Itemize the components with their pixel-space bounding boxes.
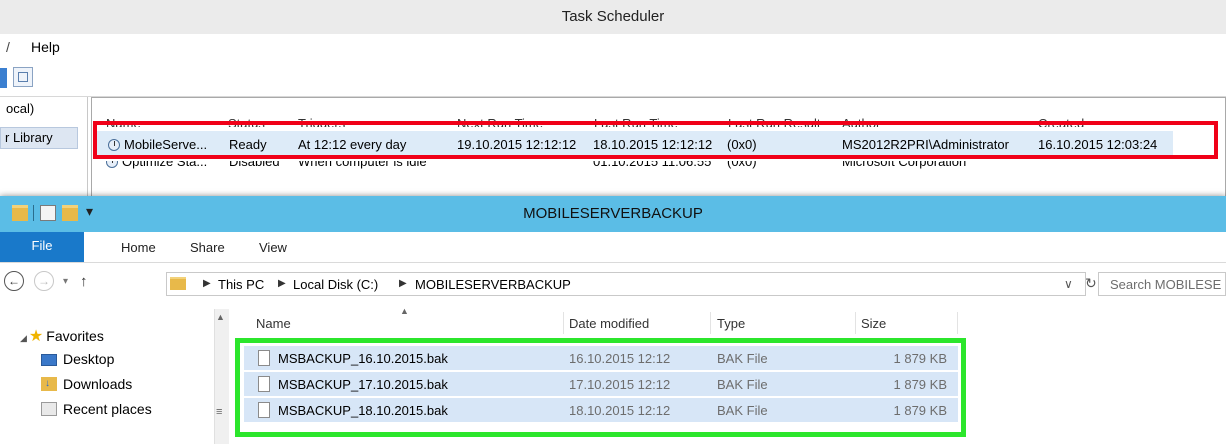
explorer-title: MOBILESERVERBACKUP: [523, 205, 703, 222]
column-header-name[interactable]: Name: [256, 316, 291, 331]
new-folder-icon[interactable]: [62, 205, 78, 221]
address-dropdown-icon[interactable]: ∨: [1064, 277, 1073, 291]
desktop-icon: [41, 354, 57, 366]
expand-arrow-icon[interactable]: ◢: [20, 333, 27, 343]
column-header-type[interactable]: Type: [717, 316, 745, 331]
task-triggers: When computer is idle: [298, 161, 427, 169]
nav-item-downloads[interactable]: ↓ Downloads: [41, 376, 132, 392]
task-status: Disabled: [229, 161, 280, 169]
help-icon[interactable]: [0, 68, 7, 88]
breadcrumb-local-disk[interactable]: Local Disk (C:): [293, 277, 378, 292]
nav-item-desktop[interactable]: Desktop: [41, 351, 114, 367]
breadcrumb-current-folder[interactable]: MOBILESERVERBACKUP: [415, 277, 571, 292]
forward-icon[interactable]: →: [34, 271, 54, 291]
task-last-result: (0x0): [727, 161, 757, 169]
breadcrumb-chevron-icon[interactable]: ▶: [399, 278, 407, 289]
menu-item-partial[interactable]: /: [6, 39, 10, 55]
clock-icon: [106, 161, 118, 168]
column-header-date-modified[interactable]: Date modified: [569, 316, 649, 331]
task-scheduler-toolbar: [0, 62, 1226, 97]
tab-home[interactable]: Home: [121, 240, 156, 255]
recent-locations-icon[interactable]: ▾: [63, 276, 68, 287]
column-header-size[interactable]: Size: [861, 316, 886, 331]
up-icon[interactable]: ↑: [80, 273, 88, 290]
nav-item-recent-places[interactable]: Recent places: [41, 401, 152, 417]
breadcrumb-chevron-icon[interactable]: ▶: [278, 278, 286, 289]
search-placeholder: Search MOBILESE: [1110, 277, 1222, 292]
refresh-icon[interactable]: ↻: [1085, 275, 1097, 292]
star-icon: ★: [28, 328, 44, 345]
task-last-run: 01.10.2015 11:06:55: [593, 161, 712, 169]
tree-item-local[interactable]: ocal): [6, 101, 34, 116]
task-row[interactable]: Optimize Sta... Disabled When computer i…: [100, 161, 1100, 171]
scroll-up-icon[interactable]: ▲: [216, 312, 225, 322]
highlight-box-files: [235, 338, 966, 437]
tab-view[interactable]: View: [259, 240, 287, 255]
task-author: Microsoft Corporation: [842, 161, 967, 169]
navigation-scrollbar[interactable]: [214, 309, 229, 444]
tree-item-task-scheduler-library[interactable]: r Library: [0, 127, 78, 149]
breadcrumb-this-pc[interactable]: This PC: [218, 277, 264, 292]
tab-file[interactable]: File: [0, 232, 84, 262]
column-divider[interactable]: [710, 312, 711, 334]
task-scheduler-menubar: [0, 34, 1226, 62]
sort-ascending-icon: ▲: [400, 306, 409, 316]
customize-quick-access-icon[interactable]: ▾: [86, 203, 93, 220]
nav-item-favorites[interactable]: ◢ ★ Favorites: [20, 326, 104, 346]
folder-icon: [170, 277, 186, 290]
folder-icon: [12, 205, 28, 221]
task-scheduler-title: Task Scheduler: [561, 8, 665, 25]
back-icon[interactable]: ←: [4, 271, 24, 291]
highlight-box-task: [93, 121, 1218, 159]
column-divider[interactable]: [957, 312, 958, 334]
column-divider[interactable]: [563, 312, 564, 334]
column-divider[interactable]: [855, 312, 856, 334]
menu-item-help[interactable]: Help: [31, 39, 60, 55]
task-name: Optimize Sta...: [106, 161, 207, 169]
separator: [33, 205, 34, 221]
recent-places-icon: [41, 402, 57, 416]
ribbon-tabs: [0, 232, 1226, 263]
properties-icon[interactable]: [40, 205, 56, 221]
show-pane-icon[interactable]: [13, 67, 33, 87]
tab-share[interactable]: Share: [190, 240, 225, 255]
breadcrumb-chevron-icon[interactable]: ▶: [203, 278, 211, 289]
scroll-thumb-grip-icon[interactable]: ≡: [216, 406, 222, 418]
downloads-icon: ↓: [41, 377, 57, 391]
